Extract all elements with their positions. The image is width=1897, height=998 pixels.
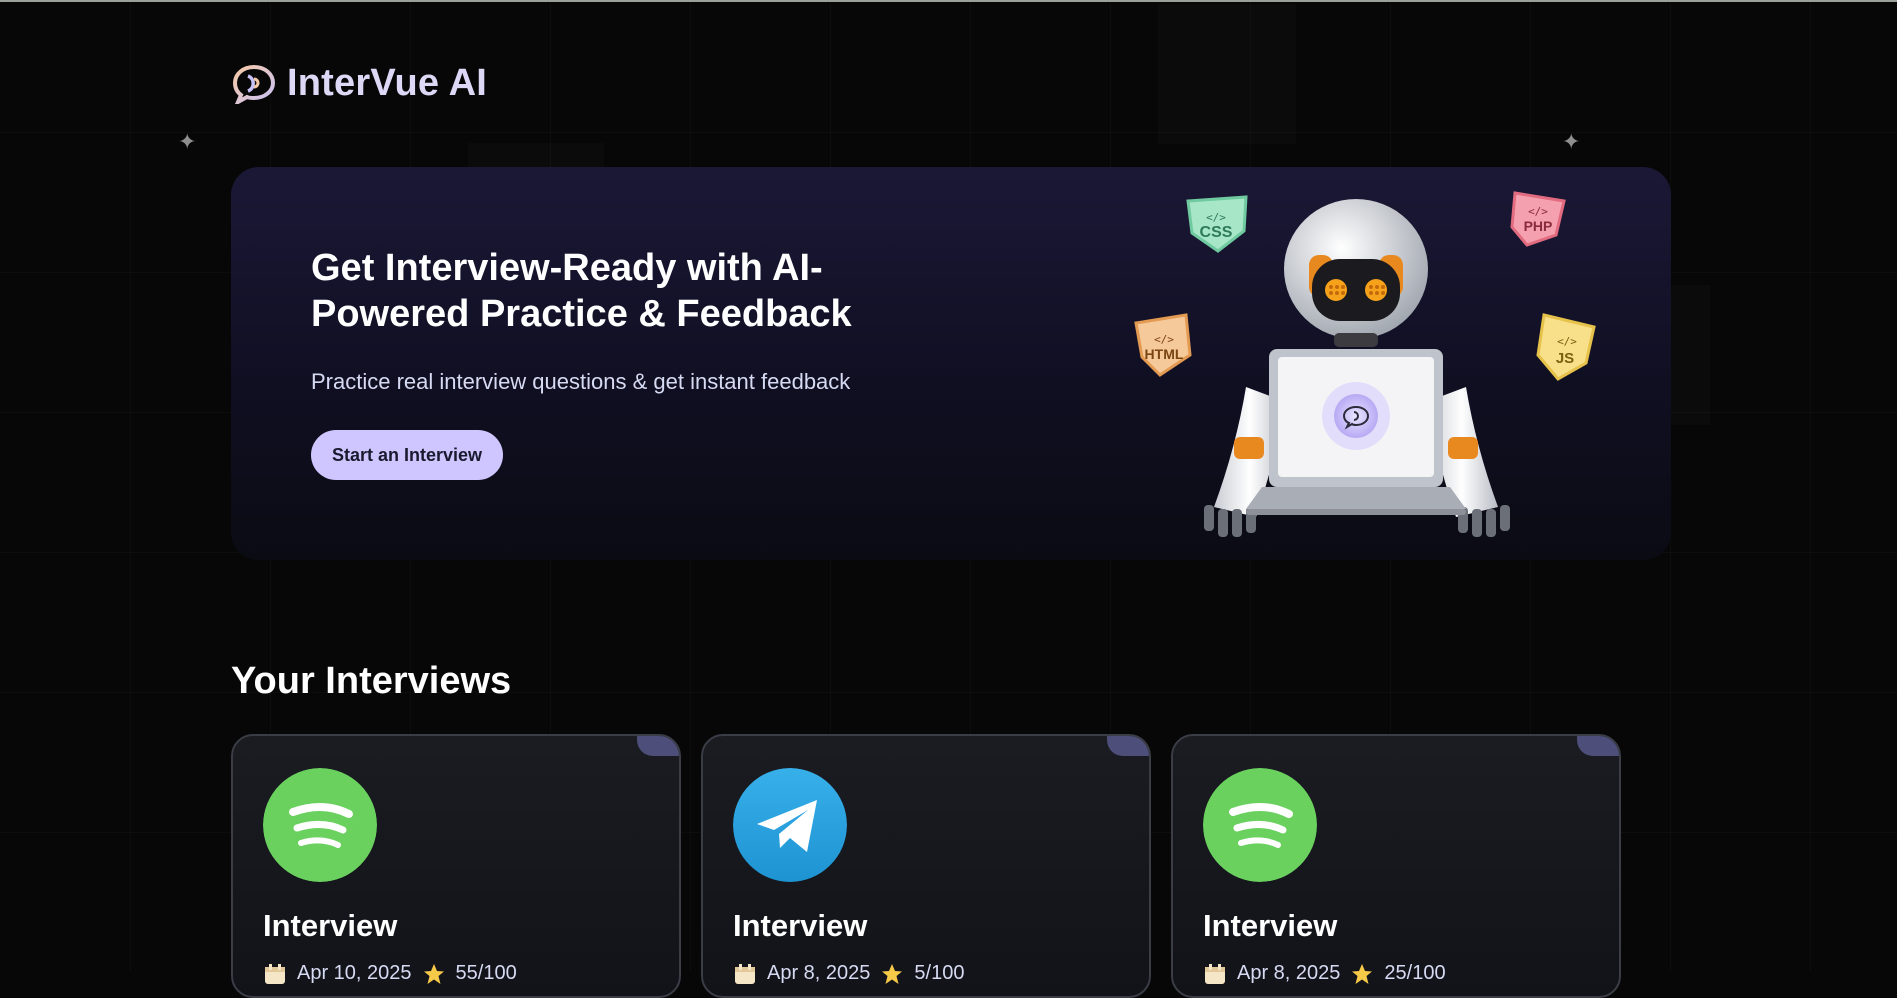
card-date: Apr 8, 2025 bbox=[1237, 962, 1341, 984]
hero-title: Get Interview-Ready with AI-Powered Prac… bbox=[311, 247, 852, 335]
telegram-logo-icon bbox=[733, 768, 847, 882]
your-interviews-heading: Your Interviews bbox=[231, 660, 512, 702]
calendar-icon bbox=[1205, 963, 1225, 984]
js-badge-icon: </> JS bbox=[1536, 313, 1596, 381]
svg-text:PHP: PHP bbox=[1524, 218, 1553, 234]
css-badge-icon: </> CSS bbox=[1186, 195, 1248, 253]
sparkle-icon: ✦ bbox=[178, 129, 197, 154]
start-interview-button[interactable]: Start an Interview bbox=[311, 430, 503, 480]
brand-logo[interactable]: InterVue AI bbox=[231, 62, 487, 105]
calendar-icon bbox=[735, 963, 755, 984]
robot-laptop-illustration: </> CSS </> PHP </> HTML </> JS bbox=[1134, 191, 1596, 537]
svg-text:</>: </> bbox=[1206, 211, 1226, 224]
brand-name: InterVue AI bbox=[287, 62, 487, 104]
star-icon bbox=[882, 963, 903, 984]
sparkle-icon: ✦ bbox=[1562, 129, 1581, 154]
chat-bubble-logo-icon bbox=[232, 64, 276, 104]
svg-text:CSS: CSS bbox=[1200, 224, 1233, 241]
card-corner-badge bbox=[1107, 736, 1149, 756]
svg-text:JS: JS bbox=[1556, 350, 1574, 367]
card-meta: Apr 8, 2025 25/100 bbox=[1203, 962, 1446, 985]
svg-text:HTML: HTML bbox=[1145, 346, 1184, 362]
card-score: 5/100 bbox=[914, 962, 965, 984]
interview-card[interactable]: Interview Apr 10, 2025 55/100 bbox=[231, 734, 681, 998]
background-tile bbox=[1670, 285, 1710, 425]
card-corner-badge bbox=[637, 736, 679, 756]
hero-banner: Get Interview-Ready with AI-Powered Prac… bbox=[231, 167, 1671, 560]
card-date: Apr 10, 2025 bbox=[297, 962, 412, 984]
card-corner-badge bbox=[1577, 736, 1619, 756]
interview-card[interactable]: Interview Apr 8, 2025 25/100 bbox=[1171, 734, 1621, 998]
spotify-logo-icon bbox=[1203, 768, 1317, 882]
svg-text:</>: </> bbox=[1154, 333, 1174, 346]
card-date: Apr 8, 2025 bbox=[767, 962, 871, 984]
svg-text:</>: </> bbox=[1528, 205, 1548, 218]
card-meta: Apr 8, 2025 5/100 bbox=[733, 962, 964, 985]
card-meta: Apr 10, 2025 55/100 bbox=[263, 962, 517, 985]
card-title: Interview bbox=[263, 908, 398, 943]
interview-card[interactable]: Interview Apr 8, 2025 5/100 bbox=[701, 734, 1151, 998]
svg-text:</>: </> bbox=[1557, 335, 1577, 348]
background-tile bbox=[1158, 4, 1296, 144]
html-badge-icon: </> HTML bbox=[1134, 313, 1192, 377]
background-tile bbox=[468, 143, 604, 169]
calendar-icon bbox=[265, 963, 285, 984]
card-score: 55/100 bbox=[455, 962, 517, 984]
card-title: Interview bbox=[1203, 908, 1338, 943]
php-badge-icon: </> PHP bbox=[1510, 191, 1566, 247]
card-title: Interview bbox=[733, 908, 868, 943]
star-icon bbox=[1352, 963, 1373, 984]
card-score: 25/100 bbox=[1384, 962, 1446, 984]
spotify-logo-icon bbox=[263, 768, 377, 882]
hero-subtitle: Practice real interview questions & get … bbox=[311, 369, 851, 394]
star-icon bbox=[423, 963, 444, 984]
